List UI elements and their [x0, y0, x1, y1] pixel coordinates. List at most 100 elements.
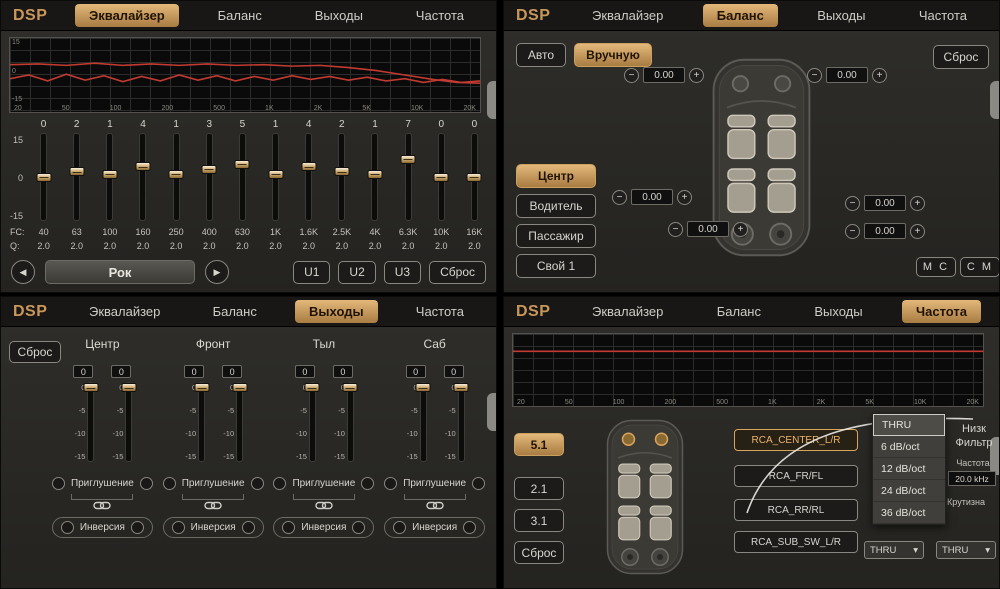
invert-toggle-left[interactable]	[172, 521, 185, 534]
eq-slider-knob[interactable]	[69, 167, 84, 176]
tab-frequency[interactable]: Частота	[402, 300, 478, 323]
invert-toggle-right[interactable]	[131, 521, 144, 534]
tab-balance[interactable]: Баланс	[199, 300, 271, 323]
eq-slider-knob[interactable]	[401, 155, 416, 164]
minus-button[interactable]: −	[612, 190, 627, 205]
mode-3-1-button[interactable]: 3.1	[514, 509, 564, 532]
eq-slider-knob[interactable]	[202, 165, 217, 174]
tab-outputs[interactable]: Выходы	[800, 300, 876, 323]
eq-band-slider[interactable]	[472, 134, 477, 220]
output-slider[interactable]	[237, 383, 242, 461]
output-slider-knob[interactable]	[454, 383, 469, 392]
link-icon[interactable]	[93, 500, 111, 511]
link-icon[interactable]	[315, 500, 333, 511]
link-icon-wrap[interactable]	[204, 498, 222, 510]
rca-button-4[interactable]: RCA_SUB_SW_L/R	[734, 531, 858, 553]
eq-slider-knob[interactable]	[467, 173, 482, 182]
output-slider[interactable]	[126, 383, 131, 461]
eq-band-slider[interactable]	[207, 134, 212, 220]
invert-toggle-right[interactable]	[463, 521, 476, 534]
plus-button[interactable]: +	[733, 222, 748, 237]
eq-band-slider[interactable]	[107, 134, 112, 220]
slope-option[interactable]: 12 dB/oct	[873, 458, 945, 480]
invert-toggle-left[interactable]	[393, 521, 406, 534]
drawer-handle[interactable]	[487, 81, 496, 119]
link-icon-wrap[interactable]	[426, 498, 444, 510]
plus-button[interactable]: +	[872, 68, 887, 83]
preset-prev-button[interactable]: ◀	[11, 260, 35, 284]
memory-u2-button[interactable]: U2	[338, 261, 375, 284]
slope-option[interactable]: 36 dB/oct	[873, 502, 945, 524]
preset-next-button[interactable]: ▶	[205, 260, 229, 284]
output-slider[interactable]	[421, 383, 426, 461]
output-slider[interactable]	[459, 383, 464, 461]
mute-toggle-left[interactable]	[52, 477, 65, 490]
link-icon[interactable]	[204, 500, 222, 511]
balance-preset-3[interactable]: Пассажир	[516, 224, 596, 248]
eq-slider-knob[interactable]	[434, 173, 449, 182]
eq-band-slider[interactable]	[174, 134, 179, 220]
tab-balance[interactable]: Баланс	[204, 4, 276, 27]
output-slider-knob[interactable]	[232, 383, 247, 392]
plus-button[interactable]: +	[910, 224, 925, 239]
tab-outputs[interactable]: Выходы	[301, 4, 377, 27]
tab-frequency[interactable]: Частота	[402, 4, 478, 27]
output-slider[interactable]	[310, 383, 315, 461]
output-slider-knob[interactable]	[194, 383, 209, 392]
balance-preset-2[interactable]: Водитель	[516, 194, 596, 218]
eq-slider-knob[interactable]	[235, 160, 250, 169]
output-slider-knob[interactable]	[83, 383, 98, 392]
mute-toggle-right[interactable]	[361, 477, 374, 490]
invert-toggle-left[interactable]	[282, 521, 295, 534]
preset-display[interactable]: Рок	[45, 260, 195, 284]
eq-slider-knob[interactable]	[367, 170, 382, 179]
memory-u1-button[interactable]: U1	[293, 261, 330, 284]
eq-band-slider[interactable]	[439, 134, 444, 220]
tab-balance[interactable]: Баланс	[703, 4, 778, 27]
eq-reset-button[interactable]: Сброс	[429, 261, 486, 284]
drawer-handle[interactable]	[990, 81, 999, 119]
tab-equalizer[interactable]: Эквалайзер	[75, 4, 179, 27]
minus-button[interactable]: −	[845, 196, 860, 211]
eq-slider-knob[interactable]	[334, 167, 349, 176]
output-slider[interactable]	[348, 383, 353, 461]
slope-select-left[interactable]: THRU ▾	[864, 541, 924, 559]
invert-toggle-right[interactable]	[242, 521, 255, 534]
eq-band-slider[interactable]	[74, 134, 79, 220]
eq-slider-knob[interactable]	[135, 162, 150, 171]
rca-button-3[interactable]: RCA_RR/RL	[734, 499, 858, 521]
invert-toggle-left[interactable]	[61, 521, 74, 534]
minus-button[interactable]: −	[668, 222, 683, 237]
output-slider-knob[interactable]	[121, 383, 136, 392]
tab-equalizer[interactable]: Эквалайзер	[75, 300, 174, 323]
balance-manual-button[interactable]: Вручную	[574, 43, 652, 67]
eq-band-slider[interactable]	[240, 134, 245, 220]
tab-balance[interactable]: Баланс	[703, 300, 775, 323]
link-icon-wrap[interactable]	[315, 498, 333, 510]
slope-option[interactable]: 24 dB/oct	[873, 480, 945, 502]
mute-toggle-right[interactable]	[140, 477, 153, 490]
mute-toggle-left[interactable]	[163, 477, 176, 490]
mute-toggle-left[interactable]	[384, 477, 397, 490]
balance-preset-4[interactable]: Свой 1	[516, 254, 596, 278]
memory-u3-button[interactable]: U3	[384, 261, 421, 284]
eq-slider-knob[interactable]	[301, 162, 316, 171]
mute-toggle-right[interactable]	[251, 477, 264, 490]
minus-button[interactable]: −	[807, 68, 822, 83]
eq-slider-knob[interactable]	[36, 173, 51, 182]
freq-reset-button[interactable]: Сброс	[514, 541, 564, 564]
eq-slider-knob[interactable]	[268, 170, 283, 179]
eq-band-slider[interactable]	[406, 134, 411, 220]
mode-5-1-button[interactable]: 5.1	[514, 433, 564, 456]
eq-slider-knob[interactable]	[102, 170, 117, 179]
output-slider-knob[interactable]	[416, 383, 431, 392]
mute-toggle-left[interactable]	[273, 477, 286, 490]
drawer-handle[interactable]	[487, 393, 496, 431]
rca-button-1[interactable]: RCA_CENTER_L/R	[734, 429, 858, 451]
balance-preset-1[interactable]: Центр	[516, 164, 596, 188]
tab-frequency[interactable]: Частота	[902, 300, 981, 323]
plus-button[interactable]: +	[677, 190, 692, 205]
balance-reset-button[interactable]: Сброс	[933, 45, 989, 69]
link-icon-wrap[interactable]	[93, 498, 111, 510]
minus-button[interactable]: −	[845, 224, 860, 239]
